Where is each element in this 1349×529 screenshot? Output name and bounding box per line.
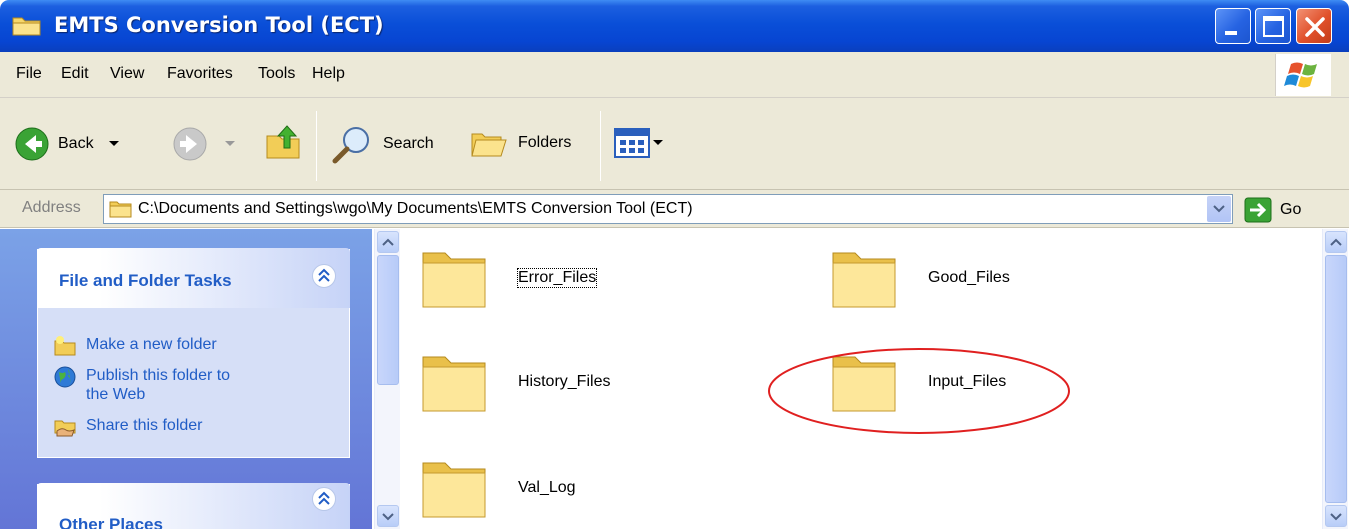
menu-file[interactable]: File <box>16 65 42 83</box>
folder-item[interactable]: Val_Log <box>420 453 576 523</box>
file-folder-tasks-panel: File and Folder Tasks Make a new folder … <box>37 248 350 458</box>
up-folder-icon <box>266 125 300 159</box>
folder-icon <box>422 252 486 308</box>
go-arrow-icon <box>1244 197 1272 223</box>
menu-edit[interactable]: Edit <box>61 65 89 83</box>
globe-icon <box>54 366 76 388</box>
search-button[interactable]: Search <box>331 124 434 164</box>
file-list: Error_Files Good_Files History_Files Inp… <box>401 229 1321 529</box>
address-bar: Address C:\Documents and Settings\wgo\My… <box>0 190 1349 228</box>
folder-icon <box>422 356 486 412</box>
file-folder-tasks-header[interactable]: File and Folder Tasks <box>37 248 350 308</box>
scroll-up-button[interactable] <box>1325 231 1347 253</box>
scroll-thumb[interactable] <box>377 255 399 385</box>
collapse-chevron-icon[interactable] <box>312 487 336 511</box>
task-pane-scrollbar[interactable] <box>374 229 400 529</box>
address-dropdown-button[interactable] <box>1207 196 1231 222</box>
publish-to-web-link[interactable]: Publish this folder to the Web <box>54 366 230 404</box>
back-arrow-icon <box>15 127 49 161</box>
collapse-chevron-icon[interactable] <box>312 264 336 288</box>
address-label: Address <box>22 199 81 216</box>
address-path: C:\Documents and Settings\wgo\My Documen… <box>138 200 693 217</box>
title-bar[interactable]: EMTS Conversion Tool (ECT) <box>0 0 1349 52</box>
maximize-button[interactable] <box>1255 8 1291 44</box>
folder-item[interactable]: Error_Files <box>420 243 598 313</box>
chevron-down-icon[interactable] <box>108 139 120 149</box>
folders-button[interactable]: Folders <box>470 126 571 160</box>
menu-favorites[interactable]: Favorites <box>167 65 233 83</box>
search-icon <box>332 127 369 164</box>
other-places-header[interactable]: Other Places <box>37 483 350 529</box>
other-places-panel: Other Places <box>37 483 350 529</box>
folder-item[interactable]: Good_Files <box>830 243 1010 313</box>
folder-icon <box>12 17 41 36</box>
menu-bar: File Edit View Favorites Tools Help <box>0 52 1349 98</box>
folder-icon <box>109 201 132 218</box>
folders-icon <box>471 133 507 157</box>
back-button[interactable]: Back <box>14 126 120 162</box>
windows-logo-icon <box>1275 54 1331 96</box>
window-title: EMTS Conversion Tool (ECT) <box>54 13 384 37</box>
scroll-down-button[interactable] <box>1325 505 1347 527</box>
views-icon <box>614 128 650 158</box>
scroll-thumb[interactable] <box>1325 255 1347 503</box>
new-folder-icon <box>54 336 76 356</box>
menu-tools[interactable]: Tools <box>258 65 295 83</box>
menu-view[interactable]: View <box>110 65 144 83</box>
make-new-folder-link[interactable]: Make a new folder <box>54 335 217 357</box>
folder-icon <box>422 462 486 518</box>
address-input[interactable]: C:\Documents and Settings\wgo\My Documen… <box>103 194 1233 224</box>
forward-arrow-icon <box>173 127 207 161</box>
chevron-down-icon[interactable] <box>652 138 664 148</box>
highlight-ellipse <box>768 348 1070 434</box>
task-pane: File and Folder Tasks Make a new folder … <box>0 229 372 529</box>
forward-button[interactable] <box>172 126 236 162</box>
folder-item[interactable]: History_Files <box>420 347 610 417</box>
share-folder-link[interactable]: Share this folder <box>54 416 203 438</box>
close-button[interactable] <box>1296 8 1332 44</box>
minimize-button[interactable] <box>1215 8 1251 44</box>
chevron-down-icon[interactable] <box>224 139 236 149</box>
go-button[interactable]: Go <box>1244 197 1301 223</box>
share-folder-icon <box>54 420 76 437</box>
up-folder-button[interactable] <box>263 122 303 162</box>
file-list-scrollbar[interactable] <box>1322 229 1348 529</box>
scroll-down-button[interactable] <box>377 505 399 527</box>
folder-icon <box>832 252 896 308</box>
scroll-up-button[interactable] <box>377 231 399 253</box>
views-button[interactable] <box>614 128 664 158</box>
menu-help[interactable]: Help <box>312 65 345 83</box>
